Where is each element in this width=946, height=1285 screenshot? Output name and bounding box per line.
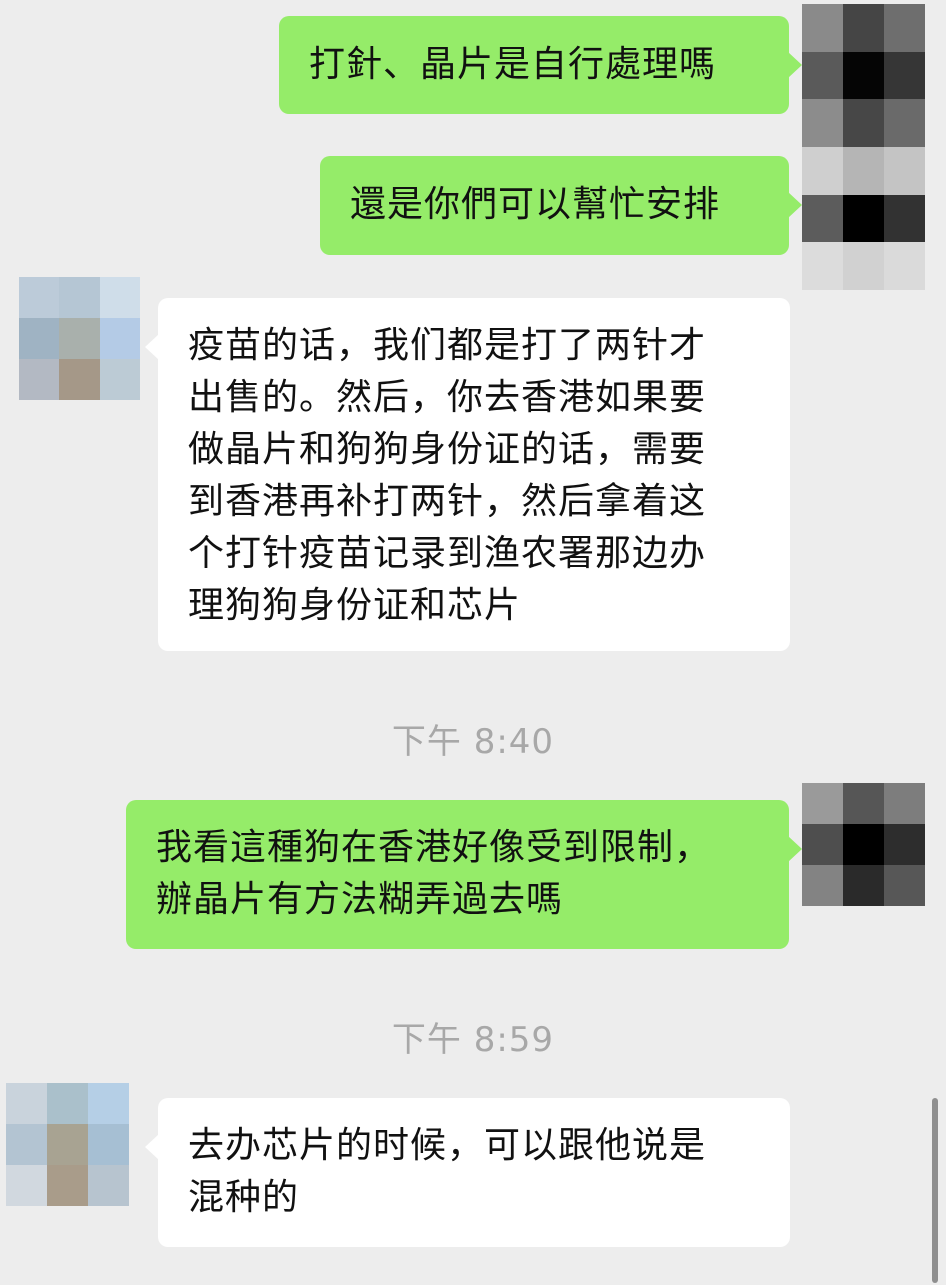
avatar-pixel (88, 1124, 129, 1165)
avatar-pixel (884, 242, 925, 290)
avatar-pixel (843, 51, 884, 100)
avatar-pixel (47, 1083, 88, 1124)
avatar-pixel (843, 824, 884, 865)
message-text: 還是你們可以幫忙安排 (350, 184, 721, 225)
avatar-pixel (47, 1165, 88, 1206)
bubble-tail (145, 1134, 159, 1160)
avatar-pixel (884, 51, 925, 100)
avatar-pixel (843, 783, 884, 824)
bubble-tail (788, 836, 802, 862)
avatar-pixel (802, 783, 843, 824)
self-avatar[interactable] (802, 783, 925, 906)
avatar-pixel (802, 147, 843, 195)
avatar-pixel (59, 359, 100, 400)
avatar-pixel (6, 1083, 47, 1124)
avatar-pixel (802, 824, 843, 865)
avatar-pixel (884, 194, 925, 243)
avatar-pixel (802, 99, 843, 147)
timestamp: 下午 8:40 (391, 722, 555, 762)
bubble-tail (788, 52, 802, 78)
contact-avatar[interactable] (19, 277, 140, 400)
message-text: 去办芯片的时候，可以跟他说是 混种的 (188, 1125, 707, 1218)
incoming-message-bubble[interactable]: 去办芯片的时候，可以跟他说是 混种的 (145, 1098, 790, 1247)
outgoing-message-bubble[interactable]: 打針、晶片是自行處理嗎 (279, 16, 802, 114)
avatar-pixel (884, 4, 925, 52)
avatar-pixel (59, 318, 100, 359)
avatar-pixel (88, 1165, 129, 1206)
bubble-tail (145, 334, 159, 360)
outgoing-message-bubble[interactable]: 還是你們可以幫忙安排 (320, 156, 802, 255)
avatar-pixel (843, 865, 884, 906)
bubble-tail (788, 192, 802, 218)
avatar-pixel (843, 242, 884, 290)
avatar-pixel (843, 99, 884, 147)
avatar-pixel (884, 783, 925, 824)
message-text: 疫苗的话，我们都是打了两针才 出售的。然后，你去香港如果要 做晶片和狗狗身份证的… (188, 325, 707, 626)
avatar-pixel (843, 4, 884, 52)
avatar-pixel (99, 359, 140, 400)
avatar-pixel (19, 277, 60, 318)
avatar-pixel (19, 318, 60, 359)
contact-avatar[interactable] (6, 1083, 129, 1206)
avatar-pixel (802, 4, 843, 52)
avatar-pixel (59, 277, 100, 318)
chat-view: 打針、晶片是自行處理嗎 還是你們可以幫忙安排 疫苗的话，我们都是打了两针才 出售… (0, 0, 946, 1285)
avatar-pixel (884, 147, 925, 195)
avatar-pixel (88, 1083, 129, 1124)
avatar-pixel (47, 1124, 88, 1165)
avatar-pixel (884, 99, 925, 147)
avatar-pixel (843, 194, 884, 243)
message-text: 打針、晶片是自行處理嗎 (309, 44, 717, 85)
avatar-pixel (843, 147, 884, 195)
avatar-pixel (802, 242, 843, 290)
outgoing-message-bubble[interactable]: 我看這種狗在香港好像受到限制， 辦晶片有方法糊弄過去嗎 (126, 800, 802, 949)
avatar-pixel (6, 1165, 47, 1206)
avatar-pixel (99, 318, 140, 359)
avatar-pixel (884, 824, 925, 865)
timestamp: 下午 8:59 (391, 1020, 555, 1060)
scrollbar[interactable] (932, 1098, 938, 1283)
avatar-pixel (99, 277, 140, 318)
avatar-pixel (802, 865, 843, 906)
avatar-pixel (6, 1124, 47, 1165)
avatar-pixel (802, 194, 843, 243)
avatar-pixel (19, 359, 60, 400)
self-avatar[interactable] (802, 4, 925, 290)
avatar-pixel (802, 51, 843, 100)
avatar-pixel (884, 865, 925, 906)
message-text: 我看這種狗在香港好像受到限制， 辦晶片有方法糊弄過去嗎 (156, 827, 712, 920)
incoming-message-bubble[interactable]: 疫苗的话，我们都是打了两针才 出售的。然后，你去香港如果要 做晶片和狗狗身份证的… (145, 298, 790, 651)
